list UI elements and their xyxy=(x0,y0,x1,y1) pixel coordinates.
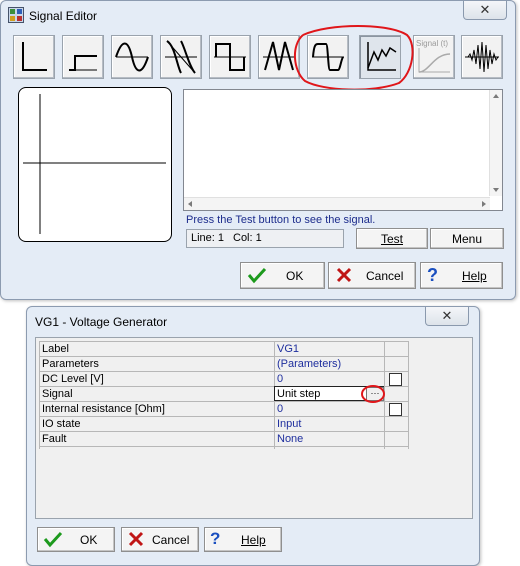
wave-button-inverse-sine[interactable] xyxy=(160,35,202,79)
annotation-circle xyxy=(361,385,385,403)
internal-resistance-checkbox[interactable] xyxy=(389,403,402,416)
window-title: Signal Editor xyxy=(29,9,98,23)
cursor-position-field: Line: 1 Col: 1 xyxy=(186,229,344,248)
horizontal-scrollbar[interactable] xyxy=(184,197,490,210)
burst-icon xyxy=(465,41,499,73)
scroll-up-arrow-icon[interactable] xyxy=(493,94,499,98)
wave-button-burst[interactable] xyxy=(461,35,503,79)
dc-level-checkbox[interactable] xyxy=(389,373,402,386)
property-grid-body: Label VG1 Parameters (Parameters) DC Lev… xyxy=(39,341,409,449)
wave-button-square[interactable] xyxy=(209,35,251,79)
x-cross-icon xyxy=(336,267,352,283)
checkmark-icon xyxy=(43,531,63,548)
scroll-left-arrow-icon[interactable] xyxy=(188,201,192,207)
step-icon xyxy=(69,55,97,71)
cancel-button[interactable]: Cancel xyxy=(121,527,199,552)
signal-preview xyxy=(18,87,172,242)
app-icon xyxy=(8,7,24,23)
wave-button-custom-signal[interactable]: Signal (t) xyxy=(413,35,455,79)
status-hint: Press the Test button to see the signal. xyxy=(186,214,376,226)
test-button[interactable]: Test xyxy=(356,228,428,249)
square-pulse-icon xyxy=(214,43,246,71)
question-mark-icon: ? xyxy=(427,265,438,285)
wave-button-sine[interactable] xyxy=(111,35,153,79)
scroll-down-arrow-icon[interactable] xyxy=(493,188,499,192)
signal-editor-titlebar[interactable]: Signal Editor ✕ xyxy=(1,1,515,29)
close-icon: ✕ xyxy=(441,308,453,323)
close-button[interactable]: ✕ xyxy=(425,307,469,326)
wave-button-step[interactable] xyxy=(62,35,104,79)
menu-button[interactable]: Menu xyxy=(430,228,504,249)
annotation-circle xyxy=(294,25,414,91)
help-button[interactable]: ? Help xyxy=(204,527,282,552)
signal-text-editor[interactable] xyxy=(183,89,503,211)
col-indicator: Col: 1 xyxy=(233,232,262,244)
line-indicator: Line: 1 xyxy=(191,232,225,244)
impulse-icon xyxy=(22,42,47,71)
checkmark-icon xyxy=(247,267,267,284)
sine-icon xyxy=(115,42,149,72)
x-cross-icon xyxy=(128,531,144,547)
window-title: VG1 - Voltage Generator xyxy=(35,315,168,329)
close-button[interactable]: ✕ xyxy=(463,1,507,20)
vertical-scrollbar[interactable] xyxy=(489,90,502,196)
question-mark-icon: ? xyxy=(210,529,221,548)
inverse-sine-icon xyxy=(165,40,197,74)
custom-signal-icon xyxy=(418,48,451,73)
property-grid: Label VG1 Parameters (Parameters) DC Lev… xyxy=(35,337,473,519)
close-icon: ✕ xyxy=(479,2,491,17)
signal-editor-window: Signal Editor ✕ Signal (t) Press the Tes… xyxy=(0,0,516,300)
voltage-generator-titlebar[interactable]: VG1 - Voltage Generator ✕ xyxy=(27,307,479,335)
voltage-generator-window: VG1 - Voltage Generator ✕ Label VG1 Para… xyxy=(26,306,480,566)
scroll-right-arrow-icon[interactable] xyxy=(482,201,486,207)
preview-axes xyxy=(23,94,166,234)
ok-button[interactable]: OK xyxy=(240,262,325,289)
wave-button-impulse[interactable] xyxy=(13,35,55,79)
help-button[interactable]: ? Help xyxy=(420,262,503,289)
ok-button[interactable]: OK xyxy=(37,527,115,552)
cancel-button[interactable]: Cancel xyxy=(328,262,416,289)
